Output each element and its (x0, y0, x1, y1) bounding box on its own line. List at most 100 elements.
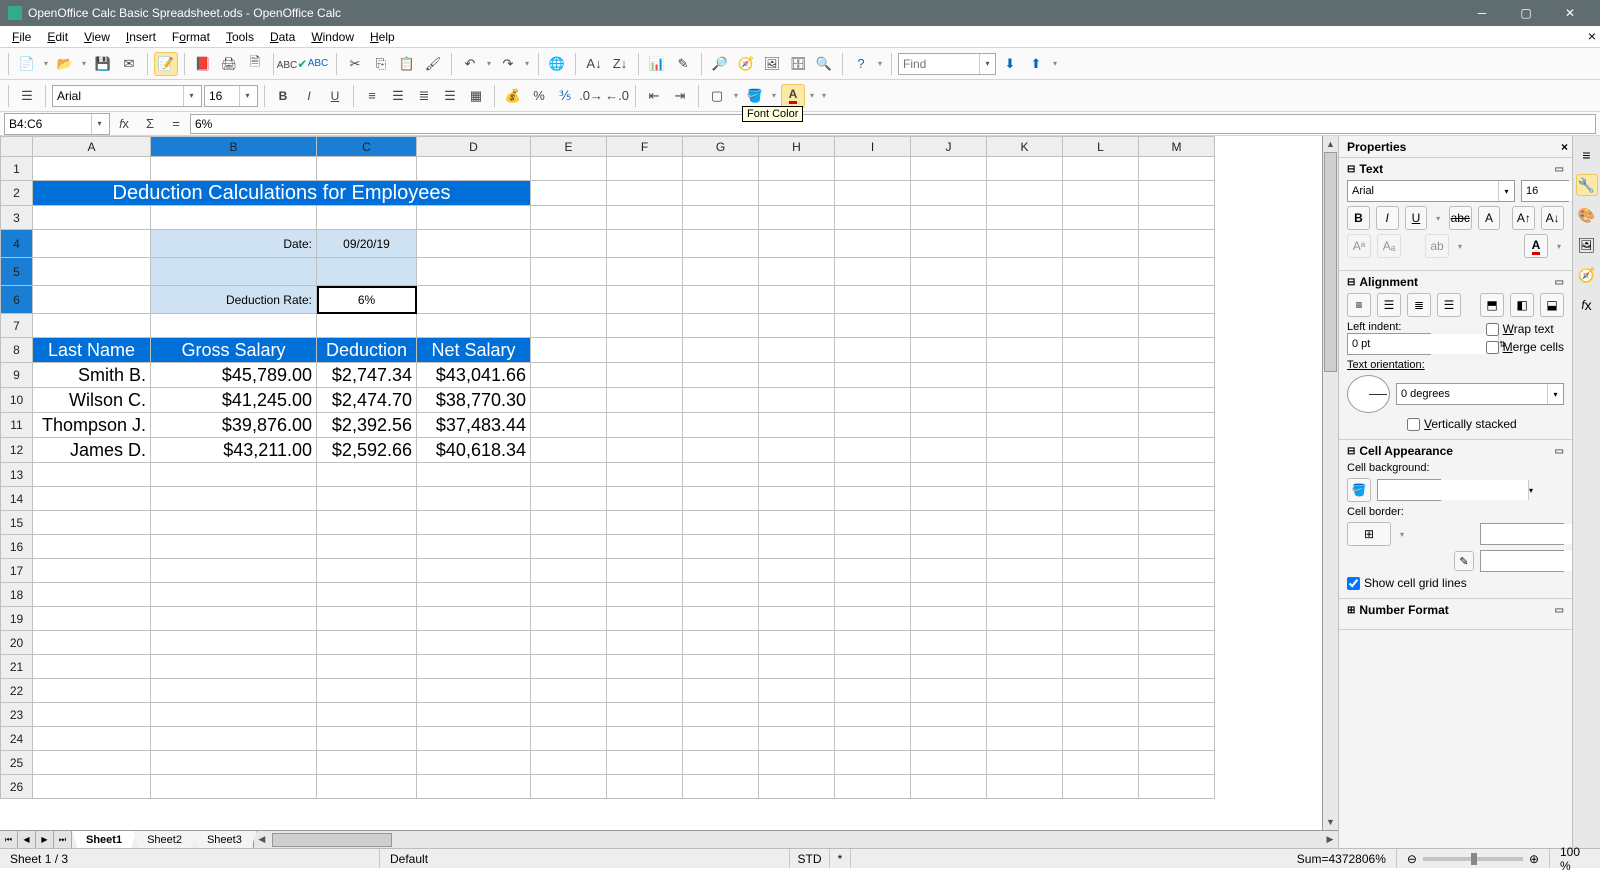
cell-B26[interactable] (151, 775, 317, 799)
sb-tab-styles-icon[interactable]: 🎨 (1576, 204, 1598, 226)
col-header-J[interactable]: J (911, 137, 987, 157)
cell-E23[interactable] (531, 703, 607, 727)
cell-H17[interactable] (759, 559, 835, 583)
font-size-dropdown[interactable]: ▾ (239, 86, 255, 106)
cell-E12[interactable] (531, 438, 607, 463)
cell-H16[interactable] (759, 535, 835, 559)
cell-E24[interactable] (531, 727, 607, 751)
cell-G5[interactable] (683, 258, 759, 286)
cell-K23[interactable] (987, 703, 1063, 727)
open-dropdown[interactable]: ▾ (79, 52, 89, 76)
cell-J24[interactable] (911, 727, 987, 751)
cell-C23[interactable] (317, 703, 417, 727)
row-header-17[interactable]: 17 (1, 559, 33, 583)
cell-C1[interactable] (317, 157, 417, 181)
cell-I12[interactable] (835, 438, 911, 463)
cell-K25[interactable] (987, 751, 1063, 775)
cell-A11[interactable]: Thompson J. (33, 413, 151, 438)
sb-merge-checkbox[interactable]: Merge cells (1486, 340, 1564, 354)
cell-C18[interactable] (317, 583, 417, 607)
cell-D4[interactable] (417, 230, 531, 258)
cell-M5[interactable] (1139, 258, 1215, 286)
cell-I3[interactable] (835, 206, 911, 230)
cell-H5[interactable] (759, 258, 835, 286)
sb-strike-icon[interactable]: abc (1449, 206, 1472, 230)
cell-C22[interactable] (317, 679, 417, 703)
cell-I24[interactable] (835, 727, 911, 751)
cell-M2[interactable] (1139, 181, 1215, 206)
cell-K19[interactable] (987, 607, 1063, 631)
cell-D26[interactable] (417, 775, 531, 799)
cell-F21[interactable] (607, 655, 683, 679)
cell-E17[interactable] (531, 559, 607, 583)
cell-H4[interactable] (759, 230, 835, 258)
menu-tools[interactable]: Tools (218, 28, 262, 46)
cell-K2[interactable] (987, 181, 1063, 206)
cell-G2[interactable] (683, 181, 759, 206)
cell-C8[interactable]: Deduction (317, 338, 417, 363)
cell-D14[interactable] (417, 487, 531, 511)
cell-L22[interactable] (1063, 679, 1139, 703)
cell-E25[interactable] (531, 751, 607, 775)
copy-icon[interactable]: ⎘ (369, 52, 393, 76)
menu-help[interactable]: Help (362, 28, 403, 46)
cell-M12[interactable] (1139, 438, 1215, 463)
cell-B10[interactable]: $41,245.00 (151, 388, 317, 413)
cell-A26[interactable] (33, 775, 151, 799)
cell-L23[interactable] (1063, 703, 1139, 727)
print-preview-icon[interactable]: 🗎 (243, 52, 267, 76)
scroll-right-icon[interactable]: ▶ (1322, 832, 1338, 848)
cell-M17[interactable] (1139, 559, 1215, 583)
row-header-7[interactable]: 7 (1, 314, 33, 338)
cell-C4[interactable]: 09/20/19 (317, 230, 417, 258)
open-icon[interactable]: 📂 (53, 52, 77, 76)
cell-M24[interactable] (1139, 727, 1215, 751)
cell-A21[interactable] (33, 655, 151, 679)
function-wizard-icon[interactable]: fx (112, 112, 136, 136)
cell-B11[interactable]: $39,876.00 (151, 413, 317, 438)
cell-G20[interactable] (683, 631, 759, 655)
cell-A12[interactable]: James D. (33, 438, 151, 463)
cell-J16[interactable] (911, 535, 987, 559)
cell-C24[interactable] (317, 727, 417, 751)
cell-I15[interactable] (835, 511, 911, 535)
cell-G4[interactable] (683, 230, 759, 258)
tab-last-icon[interactable]: ⏭ (54, 831, 72, 848)
cell-F22[interactable] (607, 679, 683, 703)
sheet-tab-1[interactable]: Sheet1 (72, 831, 137, 848)
row-header-19[interactable]: 19 (1, 607, 33, 631)
cell-G16[interactable] (683, 535, 759, 559)
cell-J14[interactable] (911, 487, 987, 511)
align-justify-icon[interactable]: ☰ (438, 84, 462, 108)
cell-I26[interactable] (835, 775, 911, 799)
cell-K24[interactable] (987, 727, 1063, 751)
scroll-left-icon[interactable]: ◀ (254, 832, 270, 848)
cell-B22[interactable] (151, 679, 317, 703)
function-icon[interactable]: = (164, 112, 188, 136)
cell-F10[interactable] (607, 388, 683, 413)
tab-first-icon[interactable]: ⏮ (0, 831, 18, 848)
cell-M21[interactable] (1139, 655, 1215, 679)
find-dropdown[interactable]: ▾ (979, 54, 995, 74)
cell-F23[interactable] (607, 703, 683, 727)
sort-desc-icon[interactable]: Z↓ (608, 52, 632, 76)
vscroll-thumb[interactable] (1324, 152, 1337, 372)
cell-A20[interactable] (33, 631, 151, 655)
cell-J6[interactable] (911, 286, 987, 314)
cell-H3[interactable] (759, 206, 835, 230)
menu-insert[interactable]: Insert (118, 28, 164, 46)
cell-B12[interactable]: $43,211.00 (151, 438, 317, 463)
cell-L25[interactable] (1063, 751, 1139, 775)
bgcolor-dropdown[interactable]: ▾ (769, 84, 779, 108)
cell-D1[interactable] (417, 157, 531, 181)
font-color-dropdown[interactable]: ▾ (807, 84, 817, 108)
row-header-24[interactable]: 24 (1, 727, 33, 751)
sb-align-left-icon[interactable]: ≡ (1347, 293, 1371, 317)
cell-B21[interactable] (151, 655, 317, 679)
cell-A1[interactable] (33, 157, 151, 181)
row-header-13[interactable]: 13 (1, 463, 33, 487)
add-decimal-icon[interactable]: .0→ (579, 84, 603, 108)
cell-H1[interactable] (759, 157, 835, 181)
cell-L4[interactable] (1063, 230, 1139, 258)
doc-close-button[interactable]: × (1588, 28, 1596, 44)
